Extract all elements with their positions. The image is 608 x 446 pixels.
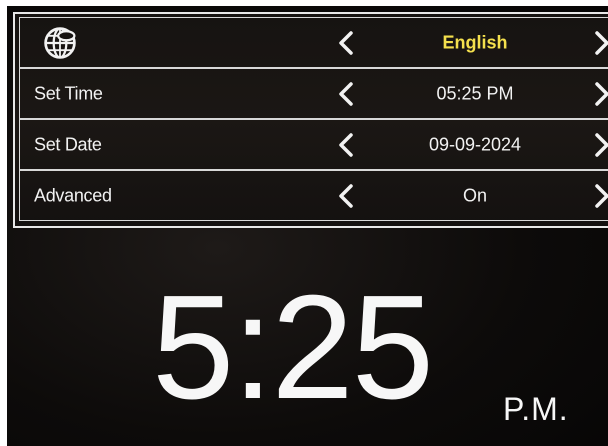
menu-row-language[interactable]: English [19,17,608,68]
language-next-button[interactable] [590,28,608,58]
globe-icon [42,25,78,61]
menu-row-set-time[interactable]: Set Time 05:25 PM [19,68,608,119]
advanced-label: Advanced [34,185,112,205]
advanced-value: On [462,185,487,205]
chevron-left-icon [339,81,353,106]
clock-period: P.M. [503,391,569,427]
advanced-prev-button[interactable] [334,181,358,211]
set-time-value: 05:25 PM [436,83,514,103]
set-time-next-button[interactable] [590,79,608,109]
advanced-next-button[interactable] [590,181,608,211]
set-time-prev-button[interactable] [334,79,358,109]
chevron-right-icon [595,183,608,208]
set-date-next-button[interactable] [590,130,608,160]
chevron-left-icon [339,183,353,208]
language-prev-button[interactable] [334,28,358,58]
language-value: English [442,32,508,52]
menu-row-set-date[interactable]: Set Date 09-09-2024 [19,119,608,170]
chevron-left-icon [339,30,353,55]
clock-time: 5:25 [152,265,434,430]
device-screen: English Set Time 05:25 PM Set Date 09-09… [7,6,608,446]
chevron-right-icon [595,132,608,157]
set-date-value: 09-09-2024 [428,134,522,154]
menu-row-advanced[interactable]: Advanced On [19,170,608,221]
set-date-label: Set Date [34,134,102,154]
chevron-left-icon [339,132,353,157]
settings-menu: English Set Time 05:25 PM Set Date 09-09… [13,12,608,228]
set-date-prev-button[interactable] [334,130,358,160]
set-time-label: Set Time [34,83,103,103]
chevron-right-icon [595,81,608,106]
chevron-right-icon [595,30,608,55]
